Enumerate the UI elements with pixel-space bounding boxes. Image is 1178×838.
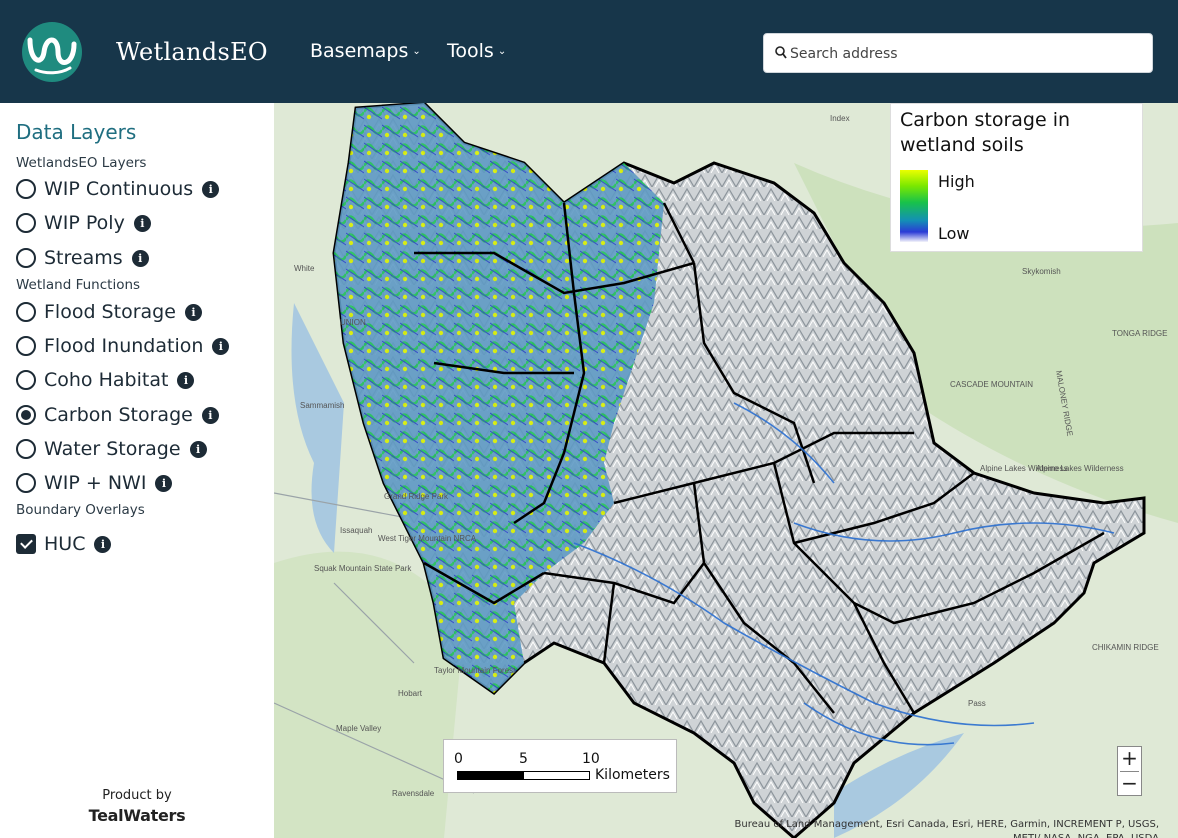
info-icon[interactable]: i [201, 406, 219, 424]
radio-button[interactable] [16, 439, 36, 459]
layer-water-storage[interactable]: Water Storage i [16, 436, 207, 462]
scale-tick-label: 10 [582, 751, 600, 767]
radio-button[interactable] [16, 302, 36, 322]
place-label: Maple Valley [336, 724, 381, 733]
layer-label: Flood Storage [44, 301, 176, 323]
map-legend: Carbon storage in wetland soils High Low [890, 103, 1143, 252]
info-icon[interactable]: i [189, 440, 207, 458]
place-label: Issaquah [340, 526, 372, 535]
place-label: Hobart [398, 689, 423, 698]
place-label: Squak Mountain State Park [314, 564, 412, 573]
section-label-wetland-functions: Wetland Functions [16, 277, 141, 293]
radio-button[interactable] [16, 473, 36, 493]
info-icon[interactable]: i [212, 337, 230, 355]
panel-title: Data Layers [16, 120, 137, 144]
info-icon[interactable]: i [133, 214, 151, 232]
zoom-in-icon[interactable]: + [1118, 747, 1141, 771]
info-icon[interactable]: i [177, 371, 195, 389]
place-label: Sammamish [300, 401, 344, 410]
chevron-down-icon: ⌄ [412, 46, 421, 57]
layer-flood-storage[interactable]: Flood Storage i [16, 299, 202, 325]
info-icon[interactable]: i [94, 535, 112, 553]
map-attribution: Bureau of Land Management, Esri Canada, … [734, 819, 1160, 838]
section-label-boundary-overlays: Boundary Overlays [16, 502, 145, 518]
logo-icon[interactable] [22, 22, 82, 82]
scale-unit: Kilometers [595, 767, 670, 783]
layer-label: Water Storage [44, 438, 181, 460]
basemaps-menu[interactable]: Basemaps ⌄ [310, 40, 421, 62]
layer-label: Flood Inundation [44, 335, 204, 357]
scale-tick-label: 5 [519, 751, 528, 767]
layer-label: Carbon Storage [44, 404, 193, 426]
place-label: TONGA RIDGE [1112, 329, 1167, 338]
place-label: UNION [340, 318, 366, 327]
info-icon[interactable]: i [184, 303, 202, 321]
radio-button[interactable] [16, 336, 36, 356]
layer-coho-habitat[interactable]: Coho Habitat i [16, 367, 195, 393]
layer-label: Streams [44, 247, 123, 269]
layer-wip-poly[interactable]: WIP Poly i [16, 210, 151, 236]
scale-bar: 0 5 10 Kilometers [443, 739, 677, 793]
section-label-wetlandseo-layers: WetlandsEO Layers [16, 155, 147, 171]
layer-label: WIP + NWI [44, 472, 147, 494]
tools-menu[interactable]: Tools ⌄ [447, 40, 506, 62]
app-title: WetlandsEO [116, 38, 268, 66]
info-icon[interactable]: i [202, 180, 220, 198]
layer-huc[interactable]: HUC i [16, 531, 112, 557]
layer-streams[interactable]: Streams i [16, 245, 149, 271]
layer-label: WIP Continuous [44, 178, 194, 200]
place-label: West Tiger Mountain NRCA [378, 534, 477, 543]
legend-title: Carbon storage in wetland soils [900, 109, 1071, 156]
search-icon [775, 46, 787, 59]
sidebar: Data Layers WetlandsEO Layers WIP Contin… [0, 103, 274, 838]
legend-high-label: High [938, 172, 975, 191]
brand-logo: TealWaters [88, 806, 186, 825]
layer-label: Coho Habitat [44, 369, 169, 391]
scale-segment [457, 771, 523, 780]
radio-button[interactable] [16, 370, 36, 390]
info-icon[interactable]: i [131, 249, 149, 267]
place-label: Taylor Mountain Forest [434, 666, 516, 675]
radio-button-selected[interactable] [16, 405, 36, 425]
radio-button[interactable] [16, 248, 36, 268]
scale-tick-label: 0 [454, 751, 463, 767]
place-label: Skykomish [1022, 267, 1061, 276]
zoom-control: + − [1117, 746, 1142, 796]
layer-wip-continuous[interactable]: WIP Continuous i [16, 176, 220, 202]
basemaps-menu-label: Basemaps [310, 40, 409, 62]
checkbox-checked[interactable] [16, 534, 36, 554]
map-view[interactable]: Sammamish UNION White Index Skykomish TO… [274, 103, 1178, 838]
place-label: Ravensdale [392, 789, 435, 798]
place-label: White [294, 264, 315, 273]
scale-segment [523, 771, 590, 780]
search-input[interactable] [790, 43, 1140, 65]
place-label: Pass [968, 699, 986, 708]
place-label: Alpine Lakes Wilderness [1036, 464, 1124, 473]
header: WetlandsEO Basemaps ⌄ Tools ⌄ [0, 0, 1178, 103]
place-label: Index [830, 114, 850, 123]
product-by-label: Product by [102, 788, 172, 803]
legend-color-ramp [900, 170, 928, 242]
search-box [763, 33, 1153, 73]
layer-carbon-storage[interactable]: Carbon Storage i [16, 402, 219, 428]
layer-label: HUC [44, 533, 86, 555]
place-label: CHIKAMIN RIDGE [1092, 643, 1159, 652]
legend-low-label: Low [938, 224, 970, 243]
tools-menu-label: Tools [447, 40, 494, 62]
radio-button[interactable] [16, 179, 36, 199]
chevron-down-icon: ⌄ [497, 46, 507, 57]
radio-button[interactable] [16, 213, 36, 233]
layer-wip-nwi[interactable]: WIP + NWI i [16, 470, 173, 496]
layer-label: WIP Poly [44, 212, 125, 234]
layer-flood-inundation[interactable]: Flood Inundation i [16, 333, 230, 359]
place-label: CASCADE MOUNTAIN [950, 380, 1033, 389]
place-label: Grand Ridge Park [384, 492, 449, 501]
zoom-out-icon[interactable]: − [1118, 772, 1141, 796]
info-icon[interactable]: i [155, 474, 173, 492]
